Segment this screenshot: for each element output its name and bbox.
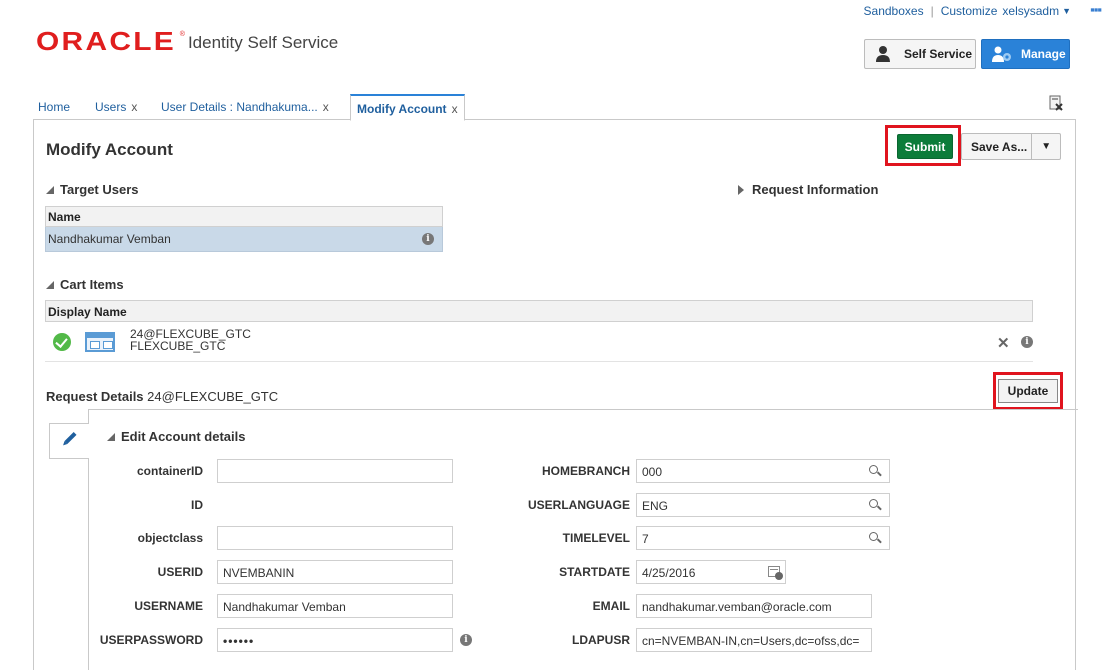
search-icon[interactable] bbox=[869, 499, 878, 508]
top-links: Sandboxes | Customize xelsysadm ▼ ▪▪▪ bbox=[864, 2, 1102, 18]
info-icon[interactable]: i bbox=[460, 634, 472, 646]
logo-registered-mark: ® bbox=[179, 31, 185, 38]
field-label-username: USERNAME bbox=[134, 599, 203, 613]
calendar-icon[interactable] bbox=[768, 566, 783, 580]
tab-bar: Home Users x User Details : Nandhakuma...… bbox=[33, 94, 1076, 121]
column-header-display-name: Display Name bbox=[45, 300, 1033, 322]
cart-items-header[interactable]: Cart Items bbox=[46, 277, 124, 292]
tab-modify-account[interactable]: Modify Account x bbox=[350, 94, 465, 121]
more-icon[interactable]: ▪▪▪ bbox=[1090, 2, 1102, 17]
tab-home[interactable]: Home bbox=[38, 100, 70, 114]
cart-item-line2: FLEXCUBE_GTC bbox=[130, 339, 226, 353]
update-button[interactable]: Update bbox=[998, 379, 1058, 403]
tab-users-label: Users bbox=[95, 100, 127, 114]
header: Sandboxes | Customize xelsysadm ▼ ▪▪▪ OR… bbox=[0, 0, 1109, 82]
column-header-name: Name bbox=[45, 206, 443, 227]
field-label-startdate: STARTDATE bbox=[559, 565, 630, 579]
field-label-email: EMAIL bbox=[592, 599, 630, 613]
edit-tab[interactable] bbox=[49, 423, 89, 459]
app-title: Identity Self Service bbox=[187, 33, 339, 52]
request-details-item: 24@FLEXCUBE_GTC bbox=[147, 389, 279, 404]
userlanguage-field[interactable]: ENG bbox=[636, 493, 890, 517]
collapse-icon bbox=[46, 185, 54, 194]
username-field[interactable]: Nandhakumar Vemban bbox=[217, 594, 453, 618]
target-user-name: Nandhakumar Vemban bbox=[48, 232, 171, 246]
containerid-field[interactable] bbox=[217, 459, 453, 483]
homebranch-field[interactable]: 000 bbox=[636, 459, 890, 483]
tab-user-details-label: User Details : Nandhakuma... bbox=[161, 100, 318, 114]
field-label-ldapusr: LDAPUSR bbox=[571, 633, 630, 647]
field-label-objectclass: objectclass bbox=[137, 531, 203, 545]
user-menu[interactable]: xelsysadm bbox=[1002, 4, 1059, 18]
field-label-userid: USERID bbox=[157, 565, 203, 579]
close-icon[interactable]: x bbox=[131, 100, 137, 114]
remove-icon[interactable]: ✕ bbox=[997, 334, 1010, 352]
cart-items-label: Cart Items bbox=[60, 277, 124, 292]
chevron-down-icon[interactable]: ▼ bbox=[1031, 134, 1060, 159]
close-icon[interactable]: x bbox=[323, 100, 329, 114]
search-icon[interactable] bbox=[869, 532, 878, 541]
save-as-label: Save As... bbox=[971, 139, 1028, 154]
edit-account-area: Edit Account details containerID ID obje… bbox=[88, 409, 1078, 670]
startdate-field[interactable]: 4/25/2016 bbox=[636, 560, 786, 584]
tab-user-details[interactable]: User Details : Nandhakuma... x bbox=[161, 100, 329, 114]
cart-items-table: Display Name 24@FLEXCUBE_GTC FLEXCUBE_GT… bbox=[45, 300, 1033, 362]
manage-label: Manage bbox=[1021, 47, 1066, 61]
link-separator: | bbox=[930, 4, 934, 18]
collapse-icon bbox=[107, 432, 115, 441]
table-row[interactable]: Nandhakumar Vemban i bbox=[45, 227, 443, 252]
target-users-table: Name Nandhakumar Vemban i bbox=[45, 206, 443, 252]
request-details-label: Request Details bbox=[46, 389, 144, 404]
info-icon[interactable]: i bbox=[1021, 336, 1033, 348]
field-label-id: ID bbox=[191, 498, 203, 512]
tab-users[interactable]: Users x bbox=[95, 100, 137, 114]
edit-account-label: Edit Account details bbox=[121, 429, 246, 444]
chevron-down-icon[interactable]: ▼ bbox=[1062, 6, 1071, 16]
logo-wordmark: ORACLE bbox=[36, 26, 177, 56]
submit-button[interactable]: Submit bbox=[897, 134, 953, 159]
userid-field[interactable]: NVEMBANIN bbox=[217, 560, 453, 584]
cart-item-name: 24@FLEXCUBE_GTC FLEXCUBE_GTC bbox=[130, 328, 251, 352]
field-label-userlanguage: USERLANGUAGE bbox=[527, 498, 630, 512]
info-icon[interactable]: i bbox=[422, 233, 434, 245]
request-information-label: Request Information bbox=[752, 182, 879, 197]
save-as-button[interactable]: Save As... ▼ bbox=[961, 133, 1061, 160]
sandboxes-link[interactable]: Sandboxes bbox=[864, 4, 924, 18]
manage-button[interactable]: Manage bbox=[981, 39, 1070, 69]
customize-link[interactable]: Customize bbox=[941, 4, 998, 18]
request-information-header[interactable]: Request Information bbox=[738, 182, 878, 197]
table-row[interactable]: 24@FLEXCUBE_GTC FLEXCUBE_GTC ✕ i bbox=[45, 322, 1033, 362]
target-users-header[interactable]: Target Users bbox=[46, 182, 139, 197]
timelevel-field[interactable]: 7 bbox=[636, 526, 890, 550]
check-icon bbox=[53, 333, 71, 351]
email-field[interactable]: nandhakumar.vemban@oracle.com bbox=[636, 594, 872, 618]
edit-account-header[interactable]: Edit Account details bbox=[107, 429, 245, 444]
edit-pencil-icon bbox=[64, 431, 77, 445]
page-title: Modify Account bbox=[46, 140, 173, 159]
tab-modify-account-label: Modify Account bbox=[357, 102, 447, 116]
application-icon bbox=[85, 332, 115, 352]
search-icon[interactable] bbox=[869, 465, 878, 474]
userpassword-field[interactable]: •••••• bbox=[217, 628, 453, 652]
close-icon[interactable]: x bbox=[452, 102, 458, 116]
manage-icon bbox=[991, 45, 1013, 63]
tab-home-label: Home bbox=[38, 100, 71, 114]
collapse-icon bbox=[46, 280, 54, 289]
target-users-label: Target Users bbox=[60, 182, 139, 197]
self-service-label: Self Service bbox=[904, 47, 973, 61]
self-service-icon bbox=[874, 45, 896, 63]
field-label-userpassword: USERPASSWORD bbox=[99, 633, 203, 647]
field-label-homebranch: HOMEBRANCH bbox=[542, 464, 630, 478]
detach-icon[interactable] bbox=[1048, 95, 1064, 111]
ldapusr-field[interactable]: cn=NVEMBAN-IN,cn=Users,dc=ofss,dc= bbox=[636, 628, 872, 652]
request-details-title: Request Details 24@FLEXCUBE_GTC bbox=[46, 389, 278, 404]
content-panel: Modify Account Submit Save As... ▼ Targe… bbox=[33, 120, 1078, 670]
objectclass-field[interactable] bbox=[217, 526, 453, 550]
field-label-containerid: containerID bbox=[136, 464, 203, 478]
field-label-timelevel: TIMELEVEL bbox=[562, 531, 630, 545]
expand-icon bbox=[738, 184, 744, 195]
self-service-button[interactable]: Self Service bbox=[864, 39, 976, 69]
oracle-logo: ORACLE ® Identity Self Service bbox=[36, 28, 338, 54]
